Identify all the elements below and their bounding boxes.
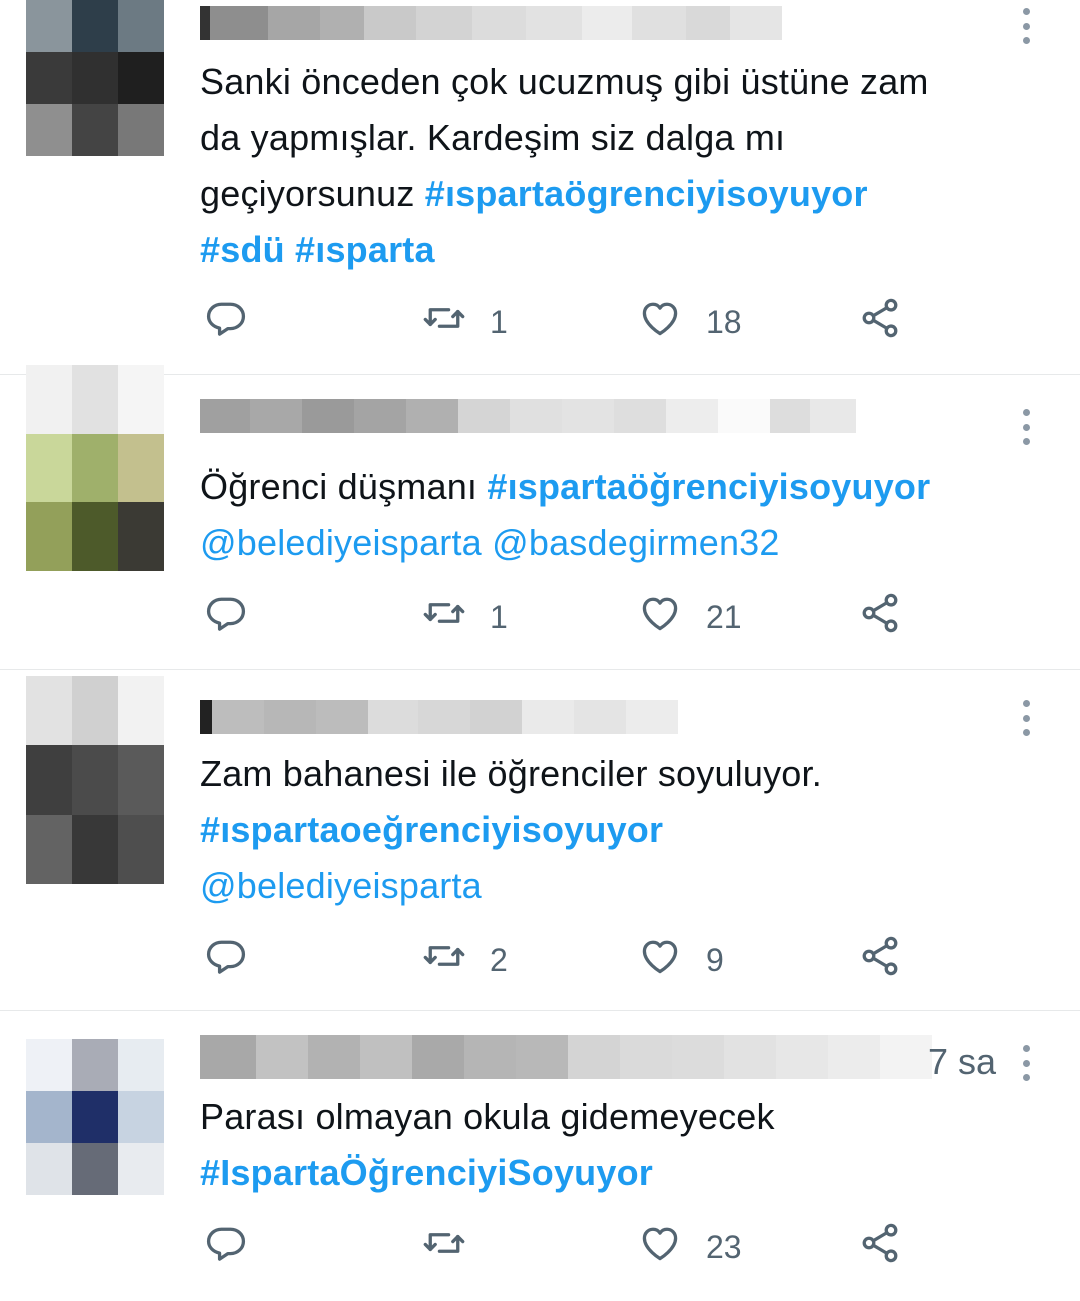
share-icon bbox=[858, 296, 902, 348]
tweet-text-line: Parası olmayan okula gidemeyecek bbox=[200, 1089, 1050, 1145]
tweet-2[interactable]: Öğrenci düşmanı #ıspartaöğrenciyisoyuyor… bbox=[0, 365, 1080, 669]
tweet-text-line: #sdü #ısparta bbox=[200, 222, 1050, 278]
mention-link[interactable]: @basdegirmen32 bbox=[492, 522, 780, 563]
tweet-text: Parası olmayan okula gidemeyecek #Isparta… bbox=[200, 1089, 1050, 1201]
likes-count: 23 bbox=[706, 1228, 742, 1265]
retweet-icon bbox=[422, 1221, 466, 1273]
hashtag-link[interactable]: #sdü bbox=[200, 229, 285, 270]
more-icon[interactable] bbox=[1016, 700, 1036, 736]
share-icon bbox=[858, 934, 902, 986]
retweet-button[interactable]: 1 bbox=[422, 300, 508, 344]
tweet-text-line: #ıspartaoeğrenciyisoyuyor bbox=[200, 802, 1050, 858]
retweet-icon bbox=[422, 591, 466, 643]
tweet-actions: 1 21 bbox=[204, 593, 924, 639]
retweet-button[interactable]: 2 bbox=[422, 938, 508, 982]
share-button[interactable] bbox=[858, 936, 902, 982]
reply-icon bbox=[204, 1221, 248, 1273]
hashtag-link[interactable]: #IspartaÖğrenciyiSoyuyor bbox=[200, 1152, 653, 1193]
share-button[interactable] bbox=[858, 1223, 902, 1269]
tweet-text-line: @belediyeisparta @basdegirmen32 bbox=[200, 515, 1050, 571]
reply-icon bbox=[204, 591, 248, 643]
likes-count: 18 bbox=[706, 303, 742, 340]
retweet-icon bbox=[422, 934, 466, 986]
hashtag-link[interactable]: #ıspartaoeğrenciyisoyuyor bbox=[200, 809, 663, 850]
tweet-time[interactable]: 7 sa bbox=[928, 1041, 996, 1083]
retweets-count: 2 bbox=[490, 941, 508, 978]
user-name-redacted[interactable] bbox=[200, 6, 782, 40]
retweet-button[interactable] bbox=[422, 1225, 490, 1269]
likes-count: 21 bbox=[706, 598, 742, 635]
mention-link[interactable]: @belediyeisparta bbox=[200, 865, 482, 906]
tweet-text-line: #IspartaÖğrenciyiSoyuyor bbox=[200, 1145, 1050, 1201]
reply-button[interactable] bbox=[204, 300, 272, 344]
retweets-count: 1 bbox=[490, 598, 508, 635]
tweet-text-segment: Öğrenci düşmanı bbox=[200, 466, 488, 507]
avatar[interactable] bbox=[26, 1039, 164, 1195]
tweet-text-line: geçiyorsunuz #ıspartaögrenciyisoyuyor bbox=[200, 166, 1050, 222]
likes-count: 9 bbox=[706, 941, 724, 978]
share-button[interactable] bbox=[858, 298, 902, 344]
tweet-text-segment: da yapmışlar. Kardeşim siz dalga mı bbox=[200, 117, 786, 158]
avatar[interactable] bbox=[26, 365, 164, 571]
tweet-text: Zam bahanesi ile öğrenciler soyuluyor. #ı… bbox=[200, 746, 1050, 914]
tweet-text-line: Zam bahanesi ile öğrenciler soyuluyor. bbox=[200, 746, 1050, 802]
retweets-count: 1 bbox=[490, 303, 508, 340]
share-button[interactable] bbox=[858, 593, 902, 639]
tweet-1[interactable]: Sanki önceden çok ucuzmuş gibi üstüne za… bbox=[0, 0, 1080, 374]
retweet-icon bbox=[422, 296, 466, 348]
share-icon bbox=[858, 1221, 902, 1273]
like-icon bbox=[638, 1221, 682, 1273]
avatar[interactable] bbox=[26, 0, 164, 156]
tweet-text-line: da yapmışlar. Kardeşim siz dalga mı bbox=[200, 110, 1050, 166]
like-button[interactable]: 9 bbox=[638, 938, 724, 982]
mention-link[interactable]: @belediyeisparta bbox=[200, 522, 482, 563]
tweet-text-segment bbox=[482, 522, 492, 563]
tweet-text-segment: Parası olmayan okula gidemeyecek bbox=[200, 1096, 775, 1137]
tweet-text-segment: geçiyorsunuz bbox=[200, 173, 425, 214]
tweet-3[interactable]: Zam bahanesi ile öğrenciler soyuluyor. #ı… bbox=[0, 670, 1080, 1010]
reply-button[interactable] bbox=[204, 938, 272, 982]
tweet-text: Sanki önceden çok ucuzmuş gibi üstüne za… bbox=[200, 54, 1050, 278]
tweet-text-line: Öğrenci düşmanı #ıspartaöğrenciyisoyuyor bbox=[200, 459, 1050, 515]
hashtag-link[interactable]: #ısparta bbox=[295, 229, 435, 270]
tweet-actions: 29 bbox=[204, 936, 924, 982]
retweet-button[interactable]: 1 bbox=[422, 595, 508, 639]
like-button[interactable]: 21 bbox=[638, 595, 742, 639]
reply-button[interactable] bbox=[204, 1225, 272, 1269]
more-icon[interactable] bbox=[1016, 8, 1036, 44]
tweet-text-segment bbox=[285, 229, 295, 270]
user-name-redacted[interactable] bbox=[200, 1035, 932, 1079]
avatar[interactable] bbox=[26, 676, 164, 884]
tweet-text-line: Sanki önceden çok ucuzmuş gibi üstüne za… bbox=[200, 54, 1050, 110]
tweet-text: Öğrenci düşmanı #ıspartaöğrenciyisoyuyor… bbox=[200, 459, 1050, 571]
more-icon[interactable] bbox=[1016, 409, 1036, 445]
reply-icon bbox=[204, 296, 248, 348]
like-button[interactable]: 18 bbox=[638, 300, 742, 344]
like-icon bbox=[638, 296, 682, 348]
tweet-actions: 1 18 bbox=[204, 298, 924, 344]
tweet-actions: 23 bbox=[204, 1223, 924, 1269]
reply-button[interactable] bbox=[204, 595, 272, 639]
hashtag-link[interactable]: #ıspartaögrenciyisoyuyor bbox=[425, 173, 868, 214]
like-icon bbox=[638, 934, 682, 986]
tweet-text-segment: Zam bahanesi ile öğrenciler soyuluyor. bbox=[200, 753, 822, 794]
share-icon bbox=[858, 591, 902, 643]
tweet-text-segment: Sanki önceden çok ucuzmuş gibi üstüne za… bbox=[200, 61, 929, 102]
reply-icon bbox=[204, 934, 248, 986]
user-name-redacted[interactable] bbox=[200, 399, 856, 433]
like-icon bbox=[638, 591, 682, 643]
tweet-4[interactable]: 7 sa Parası olmayan okula gidemeyecek #Is… bbox=[0, 1011, 1080, 1301]
like-button[interactable]: 23 bbox=[638, 1225, 742, 1269]
tweet-text-line: @belediyeisparta bbox=[200, 858, 1050, 914]
more-icon[interactable] bbox=[1016, 1045, 1036, 1081]
hashtag-link[interactable]: #ıspartaöğrenciyisoyuyor bbox=[487, 466, 930, 507]
user-name-redacted[interactable] bbox=[200, 700, 678, 734]
